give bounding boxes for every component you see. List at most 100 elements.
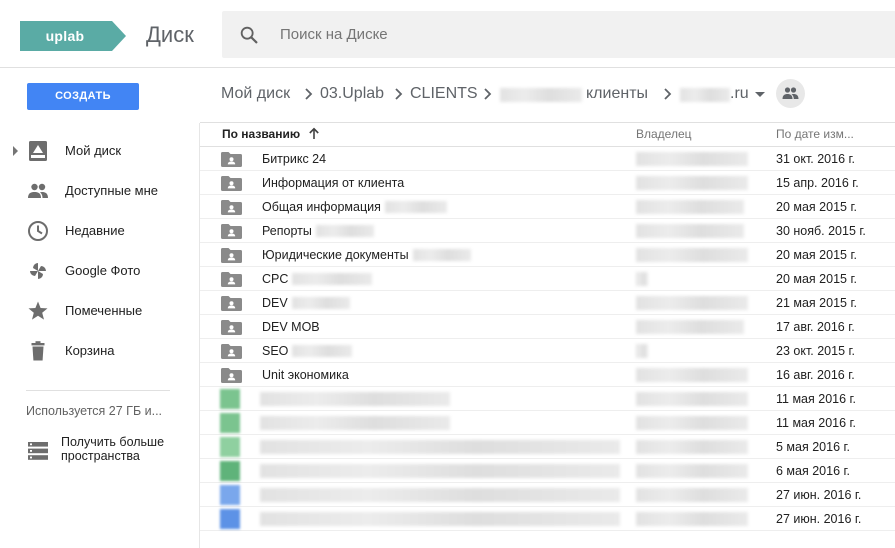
uplab-logo[interactable]: uplab (20, 21, 126, 51)
modified-date: 5 мая 2016 г. (776, 440, 850, 454)
photos-pinwheel-icon (30, 263, 46, 279)
folder-name: Репорты (262, 224, 312, 238)
folder-name: DEV MOB (262, 320, 320, 334)
redacted-owner (636, 320, 744, 334)
left-navigation: Мой диск Доступные мне Недавние Google Ф… (0, 123, 200, 548)
search-bar[interactable] (222, 11, 895, 58)
modified-date: 27 июн. 2016 г. (776, 512, 862, 526)
nav-my-drive[interactable]: Мой диск (0, 133, 199, 169)
sort-by-name-header[interactable]: По названию (222, 127, 300, 141)
storage-usage-text[interactable]: Используется 27 ГБ и... (26, 404, 162, 418)
arrow-up-icon[interactable] (308, 127, 320, 140)
modified-date: 27 июн. 2016 г. (776, 488, 862, 502)
folder-menu-caret-icon[interactable] (755, 92, 765, 97)
modified-date: 31 окт. 2016 г. (776, 152, 856, 166)
breadcrumb-clients-folder[interactable]: клиенты (586, 85, 648, 103)
nav-label: Google Фото (65, 263, 141, 278)
expand-arrow-icon[interactable] (13, 146, 18, 156)
redacted-file-name (260, 416, 450, 430)
people-icon (782, 87, 799, 99)
search-icon[interactable] (238, 24, 260, 46)
breadcrumb-clients[interactable]: CLIENTS (410, 85, 478, 103)
folder-name: DEV (262, 296, 288, 310)
shared-people-icon (28, 183, 48, 198)
nav-recent[interactable]: Недавние (0, 213, 199, 249)
folder-row[interactable]: Unit экономика 16 авг. 2016 г. (200, 363, 895, 387)
redacted-owner (636, 176, 748, 190)
redacted-owner (636, 392, 748, 406)
file-thumbnail-icon (220, 509, 240, 529)
clock-icon (28, 221, 48, 241)
breadcrumb-my-drive[interactable]: Мой диск (221, 85, 290, 103)
modified-date: 20 мая 2015 г. (776, 248, 857, 262)
folder-row[interactable]: DEV 21 мая 2015 г. (200, 291, 895, 315)
redacted-owner (636, 272, 648, 286)
folder-name: SEO (262, 344, 289, 358)
shared-folder-icon (221, 152, 242, 167)
file-thumbnail-icon (220, 389, 240, 409)
folder-name: Юридические документы (262, 248, 409, 262)
redacted-owner (636, 416, 748, 430)
file-row[interactable]: 27 июн. 2016 г. (200, 507, 895, 531)
folder-row[interactable]: SEO 23 окт. 2015 г. (200, 339, 895, 363)
folder-row[interactable]: Репорты 30 нояб. 2015 г. (200, 219, 895, 243)
modified-date-header[interactable]: По дате изм... (776, 127, 854, 141)
modified-date: 17 авг. 2016 г. (776, 320, 855, 334)
chevron-right-icon (305, 88, 313, 100)
nav-shared-with-me[interactable]: Доступные мне (0, 173, 199, 209)
shared-folder-icon (221, 368, 242, 383)
folder-name: CPC (262, 272, 289, 286)
chevron-right-icon (395, 88, 403, 100)
redacted-owner (636, 152, 748, 166)
folder-row[interactable]: Юридические документы 20 мая 2015 г. (200, 243, 895, 267)
redacted-owner (636, 512, 748, 526)
share-people-button[interactable] (776, 79, 805, 108)
shared-folder-icon (221, 176, 242, 191)
get-more-storage-label: Получить больше пространства (61, 435, 165, 463)
search-input[interactable] (280, 11, 860, 58)
folder-name: Битрикс 24 (262, 152, 327, 166)
redacted-file-name (260, 464, 620, 478)
breadcrumb: Мой диск 03.Uplab CLIENTS клиенты .ru (200, 68, 895, 123)
modified-date: 15 апр. 2016 г. (776, 176, 859, 190)
breadcrumb-uplab[interactable]: 03.Uplab (320, 85, 384, 103)
folder-name: Общая информация (262, 200, 381, 214)
nav-trash[interactable]: Корзина (0, 333, 199, 369)
folder-row[interactable]: Общая информация 20 мая 2015 г. (200, 195, 895, 219)
trash-icon (31, 341, 45, 361)
folder-row[interactable]: CPC 20 мая 2015 г. (200, 267, 895, 291)
folder-name: Информация от клиента (262, 176, 405, 190)
modified-date: 11 мая 2016 г. (776, 416, 857, 430)
file-row[interactable]: 6 мая 2016 г. (200, 459, 895, 483)
folder-row[interactable]: Битрикс 24 31 окт. 2016 г. (200, 147, 895, 171)
file-row[interactable]: 5 мая 2016 г. (200, 435, 895, 459)
file-list-header: По названию Владелец По дате изм... (200, 123, 895, 147)
file-row[interactable]: 27 июн. 2016 г. (200, 483, 895, 507)
nav-starred[interactable]: Помеченные (0, 293, 199, 329)
file-thumbnail-icon (220, 413, 240, 433)
nav-google-photos[interactable]: Google Фото (0, 253, 199, 289)
file-row[interactable]: 11 мая 2016 г. (200, 411, 895, 435)
folder-row[interactable]: DEV MOB 17 авг. 2016 г. (200, 315, 895, 339)
breadcrumb-current-folder[interactable]: .ru (730, 85, 749, 103)
modified-date: 6 мая 2016 г. (776, 464, 850, 478)
folder-row[interactable]: Информация от клиента 15 апр. 2016 г. (200, 171, 895, 195)
redacted-owner (636, 488, 748, 502)
file-row[interactable]: 11 мая 2016 г. (200, 387, 895, 411)
shared-folder-icon (221, 320, 242, 335)
file-list: По названию Владелец По дате изм... Битр… (200, 123, 895, 548)
shared-folder-icon (221, 296, 242, 311)
shared-folder-icon (221, 344, 242, 359)
redacted-text (316, 225, 374, 237)
shared-folder-icon (221, 272, 242, 287)
create-button[interactable]: СОЗДАТЬ (27, 83, 139, 110)
redacted-owner (636, 296, 748, 310)
get-more-storage-link[interactable]: Получить больше пространства (0, 429, 199, 469)
modified-date: 30 нояб. 2015 г. (776, 224, 866, 238)
file-thumbnail-icon (220, 485, 240, 505)
redacted-text (292, 273, 372, 285)
shared-folder-icon (221, 224, 242, 239)
owner-column-header[interactable]: Владелец (636, 127, 692, 141)
storage-stack-icon (28, 442, 48, 460)
redacted-text (500, 88, 582, 102)
